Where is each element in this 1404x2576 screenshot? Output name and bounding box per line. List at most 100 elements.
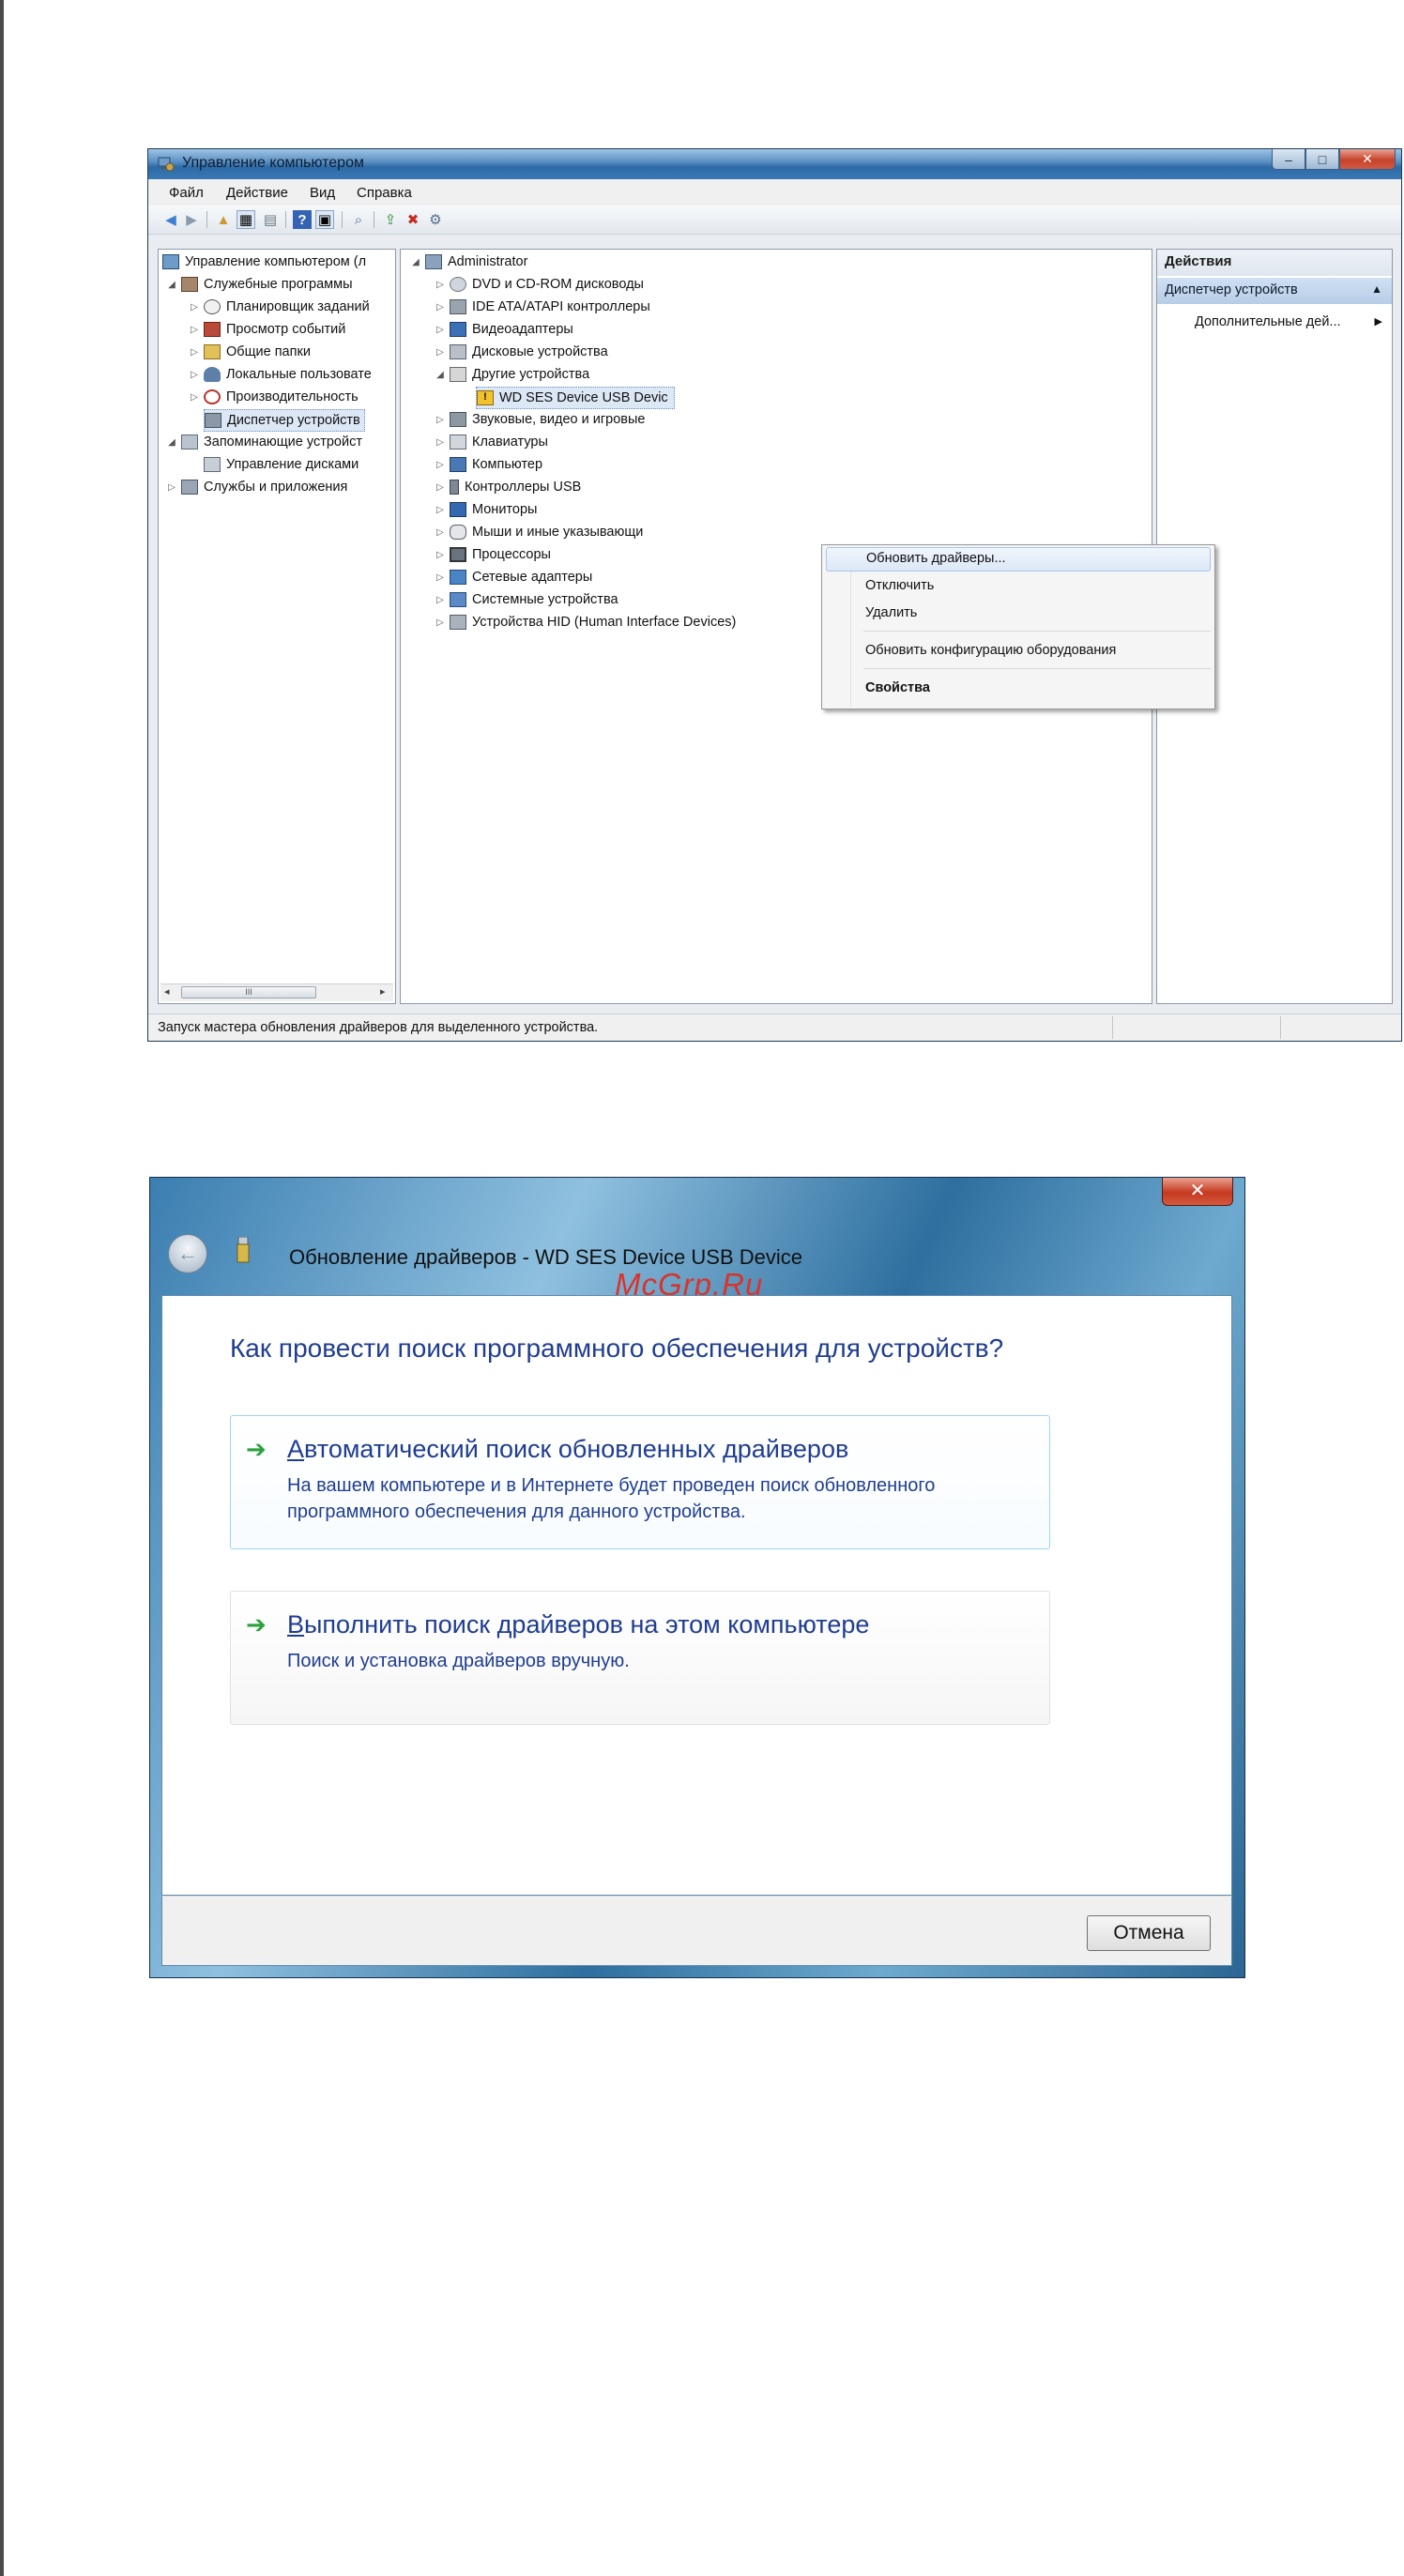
expanded-triangle-icon[interactable]: ◢: [166, 280, 177, 290]
dialog-close-button[interactable]: ✕: [1162, 1178, 1233, 1206]
collapsed-triangle-icon[interactable]: ▷: [435, 460, 446, 470]
collapsed-triangle-icon[interactable]: ▷: [435, 325, 446, 335]
collapsed-triangle-icon[interactable]: ▷: [189, 370, 200, 380]
collapsed-triangle-icon[interactable]: ▷: [189, 325, 200, 335]
device-category[interactable]: ▷ Мониторы: [435, 499, 537, 520]
expanded-triangle-icon[interactable]: ◢: [410, 257, 421, 267]
tree-item-system-tools[interactable]: ◢ Служебные программы: [166, 274, 353, 295]
device-label: Компьютер: [472, 457, 543, 472]
close-button[interactable]: ✕: [1339, 149, 1396, 170]
tree-item-shared-folders[interactable]: ▷ Общие папки: [189, 342, 311, 362]
disable-device-icon[interactable]: ⚙: [426, 210, 445, 229]
clock-icon: [204, 299, 221, 314]
system-devices-icon: [450, 592, 466, 607]
collapse-up-icon[interactable]: ▲: [1371, 282, 1382, 296]
up-folder-icon[interactable]: ▲: [214, 210, 233, 229]
scroll-thumb[interactable]: III: [181, 986, 316, 998]
collapsed-triangle-icon[interactable]: ▷: [435, 347, 446, 358]
actions-more[interactable]: Дополнительные дей... ▶: [1157, 310, 1392, 334]
collapsed-triangle-icon[interactable]: ▷: [435, 550, 446, 560]
tree-item-task-scheduler[interactable]: ▷ Планировщик заданий: [189, 297, 370, 317]
collapsed-triangle-icon[interactable]: ▷: [435, 302, 446, 312]
horizontal-scrollbar[interactable]: ◂ III ▸: [160, 983, 393, 1001]
tree-item-performance[interactable]: ▷ Производительность: [189, 387, 359, 407]
menu-item-disable[interactable]: Отключить: [826, 574, 1211, 599]
collapsed-triangle-icon[interactable]: ▷: [189, 347, 200, 358]
tree-item-label: Просмотр событий: [226, 322, 346, 337]
tree-item-device-manager[interactable]: Диспетчер устройств: [204, 409, 365, 432]
menu-action[interactable]: Действие: [226, 185, 288, 201]
title-bar[interactable]: Управление компьютером – □ ✕: [148, 149, 1401, 179]
collapsed-triangle-icon[interactable]: ▷: [435, 415, 446, 425]
device-category[interactable]: ▷ Клавиатуры: [435, 432, 548, 452]
collapsed-triangle-icon[interactable]: ▷: [435, 505, 446, 515]
collapsed-triangle-icon[interactable]: ▷: [435, 527, 446, 538]
menu-item-delete[interactable]: Удалить: [826, 602, 1211, 626]
back-icon[interactable]: ◀: [161, 210, 180, 229]
menu-view[interactable]: Вид: [310, 185, 335, 201]
expanded-triangle-icon[interactable]: ◢: [435, 370, 446, 380]
export-list-icon[interactable]: ▤: [261, 210, 280, 229]
actions-more-label: Дополнительные дей...: [1195, 314, 1341, 329]
dialog-content: Как провести поиск программного обеспече…: [161, 1295, 1232, 1896]
actions-section-device-manager[interactable]: Диспетчер устройств ▲: [1157, 278, 1392, 304]
disk-management-icon: [204, 457, 221, 472]
device-category-other[interactable]: ◢ Другие устройства: [435, 364, 589, 385]
menu-item-properties[interactable]: Свойства: [826, 677, 1211, 701]
computer-management-icon: [158, 157, 175, 172]
scan-hardware-icon[interactable]: ⌕: [349, 210, 368, 229]
menu-item-update-drivers[interactable]: Обновить драйверы...: [826, 547, 1211, 572]
device-category[interactable]: ▷ Видеоадаптеры: [435, 319, 573, 340]
device-label: Другие устройства: [472, 367, 590, 382]
collapsed-triangle-icon[interactable]: ▷: [435, 280, 446, 290]
tree-item-event-viewer[interactable]: ▷ Просмотр событий: [189, 319, 345, 340]
device-category[interactable]: ▷ Компьютер: [435, 454, 542, 475]
collapsed-triangle-icon[interactable]: ▷: [435, 617, 446, 628]
tree-item-services-apps[interactable]: ▷ Службы и приложения: [166, 477, 347, 497]
collapsed-triangle-icon[interactable]: ▷: [189, 302, 200, 312]
collapsed-triangle-icon[interactable]: ▷: [435, 482, 446, 493]
collapsed-triangle-icon[interactable]: ▷: [189, 392, 200, 403]
back-button[interactable]: ←: [168, 1234, 207, 1273]
uninstall-icon[interactable]: ✖: [404, 210, 422, 229]
expanded-triangle-icon[interactable]: ◢: [166, 437, 177, 448]
device-category[interactable]: ▷ IDE ATA/ATAPI контроллеры: [435, 297, 650, 317]
device-label: Системные устройства: [472, 592, 618, 607]
device-category[interactable]: ▷ Системные устройства: [435, 589, 618, 610]
forward-icon[interactable]: ▶: [182, 210, 201, 229]
update-driver-icon[interactable]: ⇪: [381, 210, 400, 229]
scroll-left-icon[interactable]: ◂: [164, 985, 170, 998]
collapsed-triangle-icon[interactable]: ▷: [166, 482, 177, 493]
menu-item-scan-hardware[interactable]: Обновить конфигурацию оборудования: [826, 639, 1211, 663]
device-category[interactable]: ▷ Мыши и иные указывающи: [435, 522, 643, 542]
minimize-button[interactable]: –: [1272, 149, 1305, 170]
cancel-button[interactable]: Отмена: [1087, 1915, 1211, 1951]
menu-help[interactable]: Справка: [357, 185, 412, 201]
help-icon[interactable]: ?: [293, 210, 312, 229]
device-category[interactable]: ▷ Сетевые адаптеры: [435, 567, 592, 587]
device-label: Процессоры: [472, 547, 551, 562]
option-accelerator: В: [287, 1610, 305, 1639]
device-category[interactable]: ▷ DVD и CD-ROM дисководы: [435, 274, 644, 295]
tree-item-storage[interactable]: ◢ Запоминающие устройст: [166, 432, 362, 452]
device-category[interactable]: ▷ Процессоры: [435, 544, 551, 565]
collapsed-triangle-icon[interactable]: ▷: [435, 595, 446, 605]
device-category[interactable]: ▷ Дисковые устройства: [435, 342, 608, 362]
tree-item-local-users[interactable]: ▷ Локальные пользовате: [189, 364, 372, 385]
scroll-right-icon[interactable]: ▸: [380, 985, 386, 998]
option-browse-computer[interactable]: ➔ Выполнить поиск драйверов на этом комп…: [230, 1591, 1050, 1725]
collapsed-triangle-icon[interactable]: ▷: [435, 572, 446, 583]
device-wd-ses-usb[interactable]: ! WD SES Device USB Devic: [476, 387, 675, 409]
collapsed-triangle-icon[interactable]: ▷: [435, 437, 446, 448]
show-action-pane-icon[interactable]: ▣: [315, 210, 334, 229]
tree-item-disk-management[interactable]: Управление дисками: [204, 454, 359, 475]
tree-item-computer-management[interactable]: Управление компьютером (л: [162, 252, 366, 272]
option-automatic-search[interactable]: ➔ Автоматический поиск обновленных драйв…: [230, 1415, 1050, 1549]
device-category[interactable]: ▷ Контроллеры USB: [435, 477, 581, 497]
menu-file[interactable]: Файл: [169, 185, 204, 201]
device-category[interactable]: ▷ Звуковые, видео и игровые: [435, 409, 645, 430]
show-tree-icon[interactable]: ▦: [237, 210, 255, 229]
device-category[interactable]: ▷ Устройства HID (Human Interface Devices…: [435, 612, 736, 633]
device-root-administrator[interactable]: ◢ Administrator: [410, 252, 527, 272]
maximize-button[interactable]: □: [1305, 149, 1339, 170]
